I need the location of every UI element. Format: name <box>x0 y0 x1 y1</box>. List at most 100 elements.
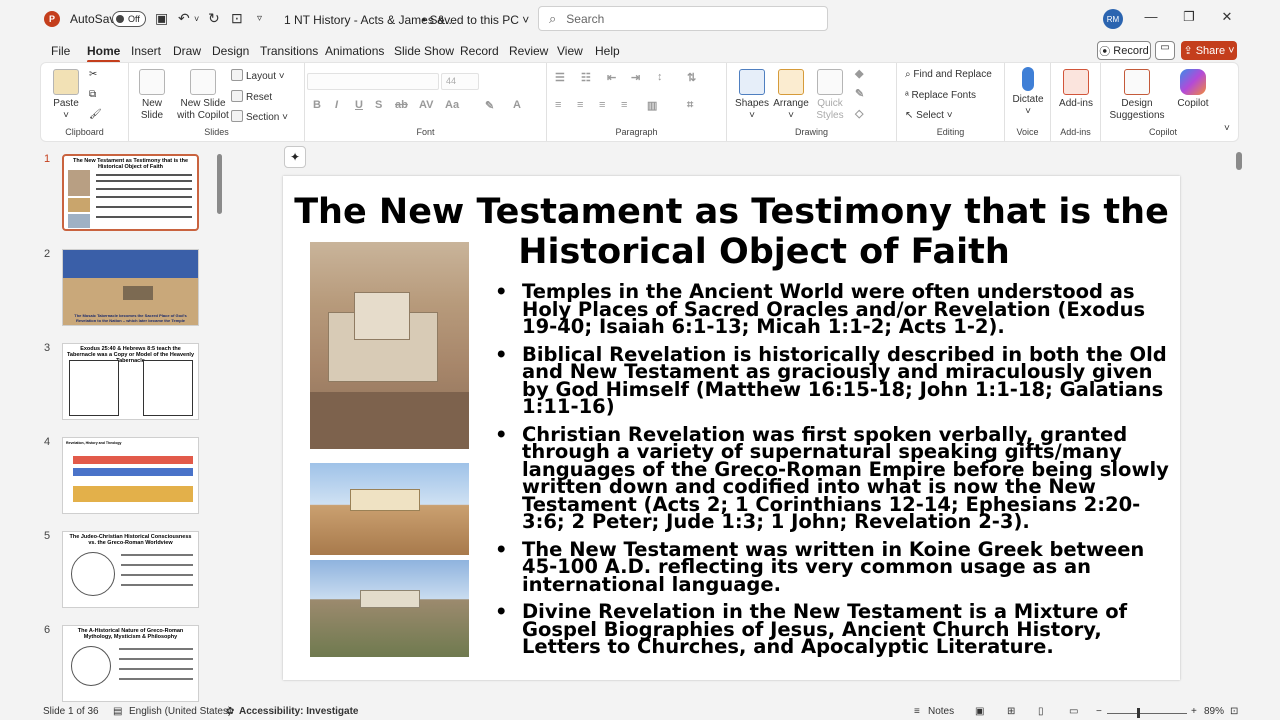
reading-view-icon[interactable]: ▯ <box>1038 706 1044 717</box>
acropolis-illustration-photo[interactable] <box>310 463 469 555</box>
design-suggestions-button[interactable]: Design Suggestions <box>1107 69 1167 122</box>
font-family-select[interactable] <box>307 73 439 90</box>
tab-help[interactable]: Help <box>595 44 620 58</box>
font-color-icon[interactable]: A <box>513 99 521 111</box>
tab-design[interactable]: Design <box>212 44 249 58</box>
tab-review[interactable]: Review <box>509 44 548 58</box>
tab-insert[interactable]: Insert <box>131 44 161 58</box>
arrange-button[interactable]: Arrange ˅ <box>773 69 809 122</box>
scrollbar-thumb[interactable] <box>1236 152 1242 170</box>
thumbnail-scrollbar[interactable] <box>217 150 222 690</box>
undo-icon[interactable]: ↶ <box>178 10 190 27</box>
add-ins-button[interactable]: Add-ins <box>1057 69 1095 110</box>
present-icon[interactable]: ⊡ <box>231 10 243 27</box>
zoom-level[interactable]: 89% <box>1204 706 1224 717</box>
shadow-button[interactable]: S <box>375 99 382 111</box>
shapes-button[interactable]: Shapes ˅ <box>735 69 769 122</box>
highlight-icon[interactable]: ✎ <box>485 99 494 112</box>
undo-dropdown-icon[interactable]: ˅ <box>194 14 199 24</box>
format-painter-icon[interactable]: 🖌 <box>89 109 102 120</box>
slide-sorter-icon[interactable]: ⊞ <box>1007 706 1015 717</box>
tab-slide-show[interactable]: Slide Show <box>394 44 454 58</box>
select-button[interactable]: ↖ Select ˅ <box>905 110 953 121</box>
minimize-icon[interactable]: — <box>1141 9 1161 24</box>
search-box[interactable]: ⌕ Search <box>538 6 828 31</box>
slide-thumbnail-2[interactable]: The Mosaic Tabernacle becomes the Sacred… <box>62 249 199 326</box>
strikethrough-button[interactable]: ab <box>395 99 408 111</box>
slide-thumbnail-6[interactable]: The A-Historical Nature of Greco-Roman M… <box>62 625 199 702</box>
scrollbar-thumb[interactable] <box>217 154 222 214</box>
character-spacing-button[interactable]: AV <box>419 99 433 111</box>
shape-effects-icon[interactable]: ◇ <box>855 107 863 120</box>
tab-file[interactable]: File <box>51 44 70 58</box>
autosave-toggle[interactable]: Off <box>112 11 146 27</box>
bold-button[interactable]: B <box>313 99 321 111</box>
customize-qat-icon[interactable]: ▿ <box>257 13 262 24</box>
tab-animations[interactable]: Animations <box>325 44 384 58</box>
slide-canvas[interactable]: The New Testament as Testimony that is t… <box>283 176 1180 680</box>
italic-button[interactable]: I <box>335 99 338 111</box>
record-button[interactable]: ⦿ Record <box>1097 41 1151 60</box>
increase-indent-icon[interactable]: ⇥ <box>631 71 640 84</box>
acropolis-photo[interactable] <box>310 560 469 657</box>
layout-button[interactable]: Layout ˅ <box>231 69 285 82</box>
numbering-icon[interactable]: ☷ <box>581 71 591 84</box>
tab-record[interactable]: Record <box>460 44 499 58</box>
proofing-icon[interactable]: ▤ <box>113 706 122 717</box>
copilot-button[interactable]: Copilot <box>1171 69 1215 110</box>
slide-bullet-list[interactable]: Temples in the Ancient World were often … <box>495 282 1175 666</box>
dictate-button[interactable]: Dictate ˅ <box>1011 67 1045 118</box>
redo-icon[interactable]: ↻ <box>208 10 220 27</box>
slide-thumbnail-1[interactable]: The New Testament as Testimony that is t… <box>62 154 199 231</box>
save-status[interactable]: • Saved to this PC ˅ <box>422 13 529 27</box>
change-case-button[interactable]: Aa <box>445 99 459 111</box>
fit-to-window-icon[interactable]: ⊡ <box>1230 706 1238 717</box>
slide-thumbnail-4[interactable]: Revelation, History and Theology <box>62 437 199 514</box>
replace-fonts-button[interactable]: ᵃ Replace Fonts <box>905 90 976 101</box>
line-spacing-icon[interactable]: ↕ <box>657 71 663 83</box>
shape-outline-icon[interactable]: ✎ <box>855 87 864 100</box>
zoom-in-icon[interactable]: + <box>1191 706 1197 717</box>
slide-show-icon[interactable]: ▭ <box>1069 706 1078 717</box>
avatar[interactable]: RM <box>1103 9 1123 29</box>
share-button[interactable]: ⇪ Share ˅ <box>1181 41 1237 60</box>
justify-icon[interactable]: ≡ <box>621 99 627 111</box>
align-left-icon[interactable]: ≡ <box>555 99 561 111</box>
comments-button[interactable]: ▭ <box>1155 41 1175 60</box>
decrease-indent-icon[interactable]: ⇤ <box>607 71 616 84</box>
editor-scrollbar[interactable] <box>1236 150 1242 690</box>
font-size-select[interactable]: 44 <box>441 73 479 90</box>
restore-icon[interactable]: ❐ <box>1179 9 1199 25</box>
columns-icon[interactable]: ▥ <box>647 99 657 112</box>
smartart-icon[interactable]: ⌗ <box>687 99 693 112</box>
underline-button[interactable]: U <box>355 99 363 111</box>
tab-home[interactable]: Home <box>87 44 121 63</box>
cut-icon[interactable]: ✂ <box>89 69 97 80</box>
temple-photo[interactable] <box>310 242 469 449</box>
text-direction-icon[interactable]: ⇅ <box>687 71 696 84</box>
language-indicator[interactable]: English (United States) <box>129 706 231 717</box>
close-icon[interactable]: ✕ <box>1217 9 1237 25</box>
new-slide-button[interactable]: New Slide <box>135 69 169 122</box>
accessibility-status[interactable]: Accessibility: Investigate <box>239 706 359 717</box>
notes-button[interactable]: Notes <box>928 706 954 717</box>
reset-button[interactable]: Reset <box>231 90 272 103</box>
save-icon[interactable]: ▣ <box>155 10 168 27</box>
copy-icon[interactable]: ⧉ <box>89 89 96 100</box>
normal-view-icon[interactable]: ▣ <box>975 706 984 717</box>
section-button[interactable]: Section ˅ <box>231 110 288 123</box>
new-slide-copilot-button[interactable]: New Slide with Copilot <box>173 69 233 122</box>
slide-thumbnail-5[interactable]: The Judeo-Christian Historical Conscious… <box>62 531 199 608</box>
tab-draw[interactable]: Draw <box>173 44 201 58</box>
slide-thumbnail-3[interactable]: Exodus 25:40 & Hebrews 8:5 teach the Tab… <box>62 343 199 420</box>
collapse-ribbon-icon[interactable]: ˅ <box>1224 123 1230 134</box>
tab-view[interactable]: View <box>557 44 583 58</box>
quick-styles-button[interactable]: Quick Styles <box>813 69 847 122</box>
paste-button[interactable]: Paste ˅ <box>51 69 81 122</box>
align-center-icon[interactable]: ≡ <box>577 99 583 111</box>
zoom-slider-thumb[interactable] <box>1137 708 1140 718</box>
bullets-icon[interactable]: ☰ <box>555 71 565 84</box>
designer-icon[interactable]: ✦ <box>284 146 306 168</box>
find-replace-button[interactable]: ⌕ Find and Replace <box>905 69 992 80</box>
zoom-slider[interactable] <box>1107 713 1187 714</box>
